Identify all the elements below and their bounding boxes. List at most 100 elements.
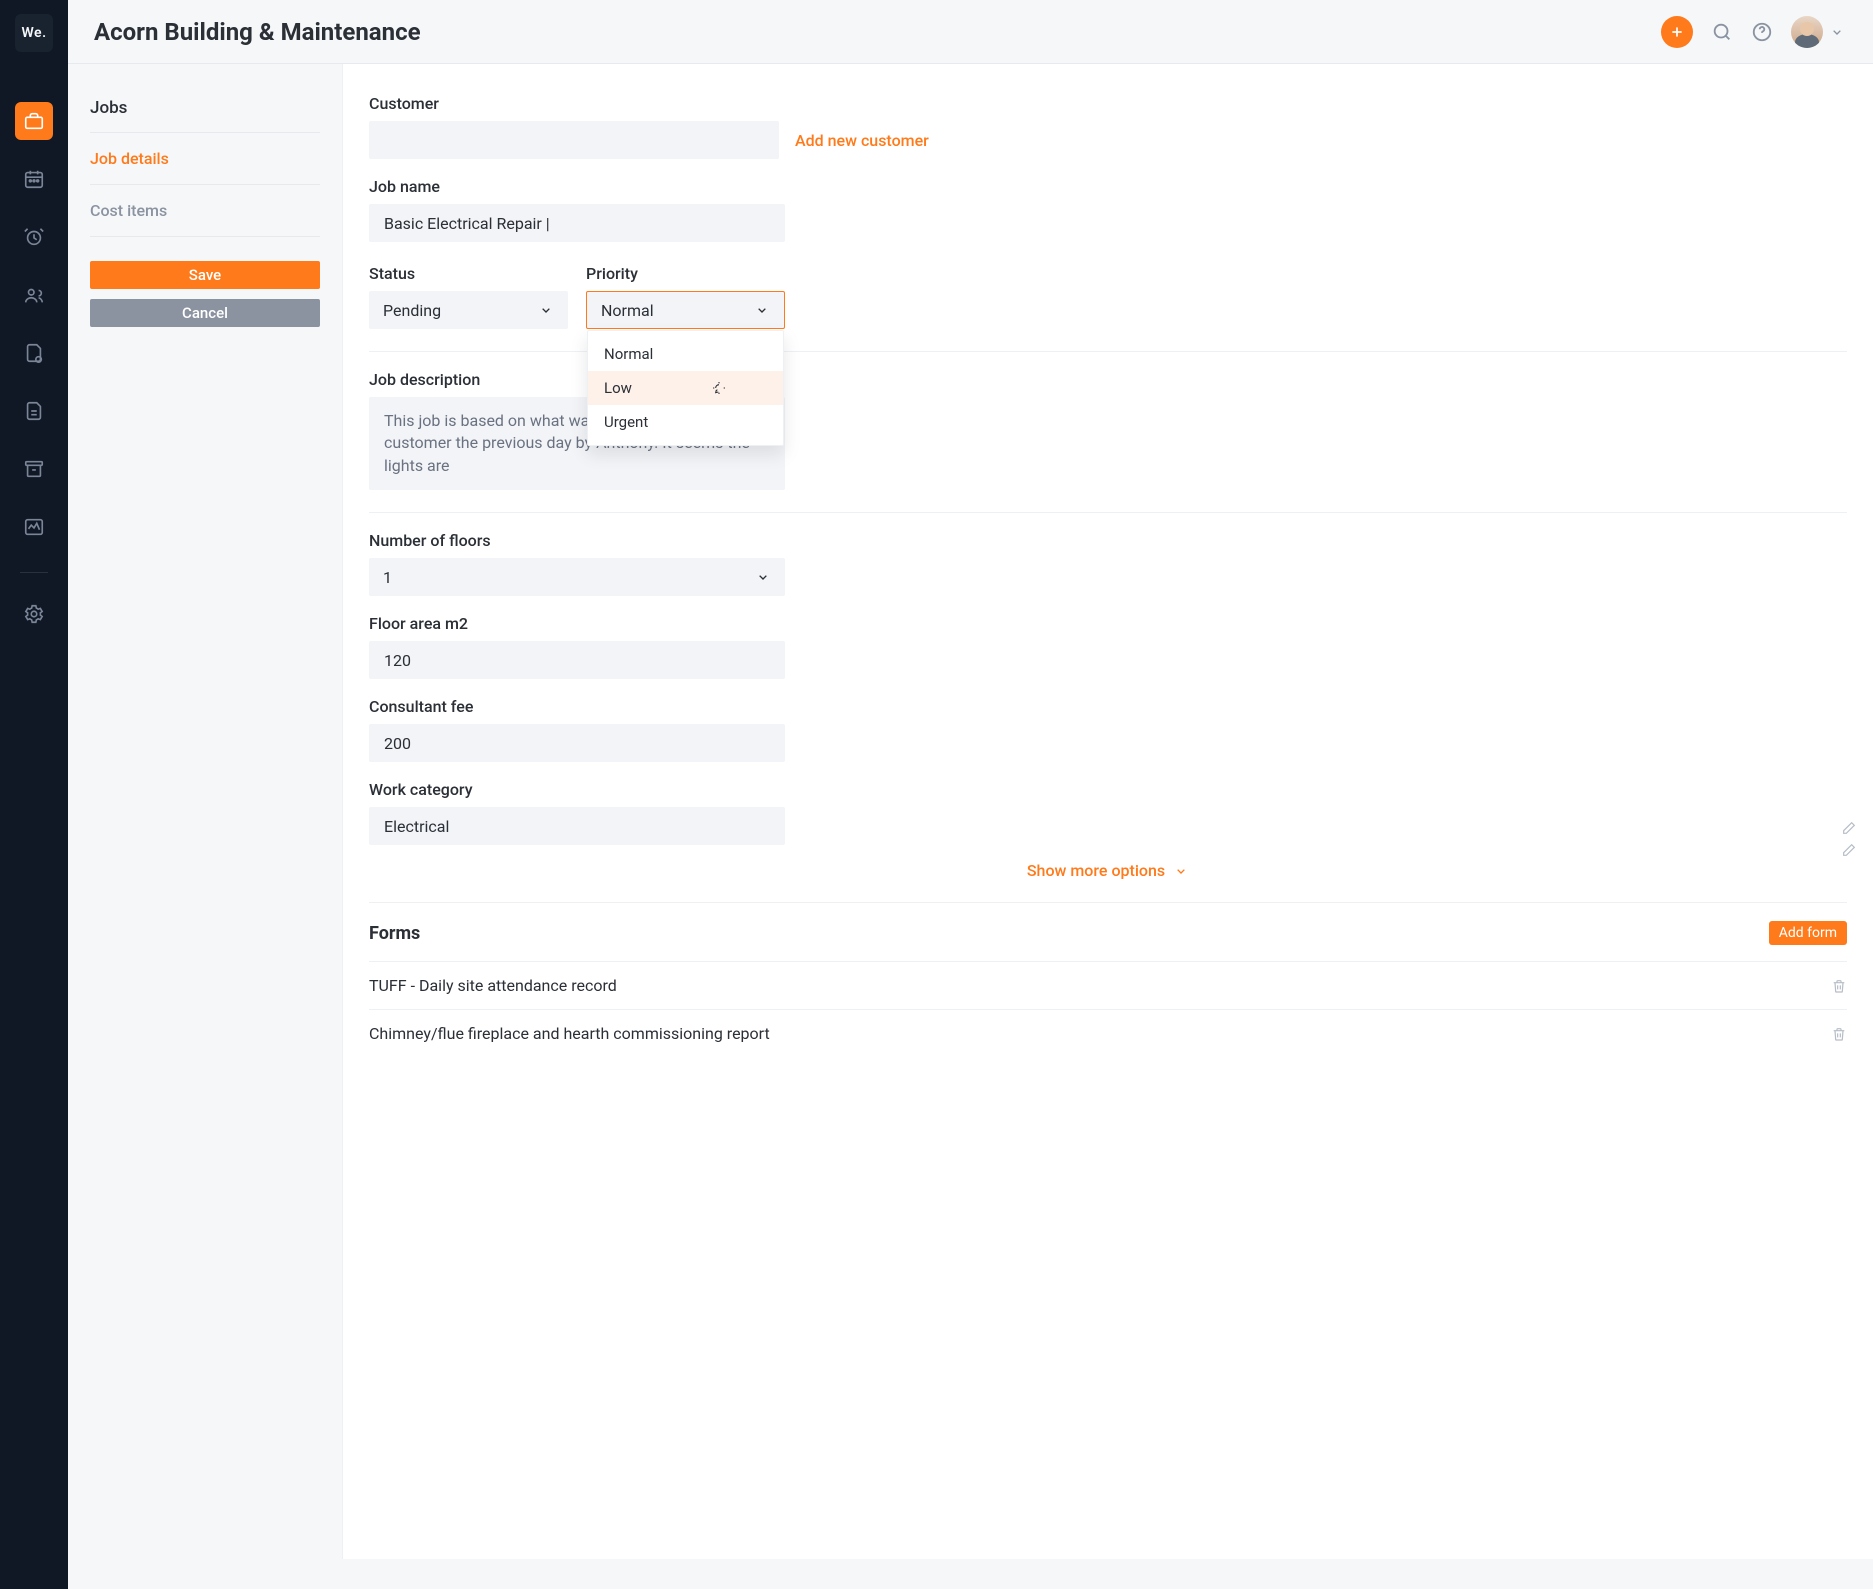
form-row-label[interactable]: Chimney/flue fireplace and hearth commis… [369,1024,770,1043]
jobname-value: Basic Electrical Repair | [384,214,550,233]
status-select[interactable]: Pending [369,291,568,329]
floating-edit-group [1841,820,1857,858]
chevron-down-icon [755,569,771,585]
chevron-down-icon [1829,24,1845,40]
status-label: Status [369,264,568,283]
jobname-input[interactable]: Basic Electrical Repair | [369,204,785,242]
show-more-row: Show more options [369,861,1847,880]
alarm-icon [23,226,45,248]
sidebar-section-title[interactable]: Jobs [90,90,320,126]
jobname-label: Job name [369,177,1847,196]
divider-2 [369,512,1847,513]
status-priority-row: Status Pending Priority Normal [369,260,785,329]
rail-divider [20,572,48,573]
priority-col: Priority Normal Normal Low [586,260,785,329]
rail-activity[interactable] [15,508,53,546]
activity-icon [23,516,45,538]
chevron-down-icon [538,302,554,318]
pencil-icon[interactable] [1841,820,1857,836]
rail-alarm[interactable] [15,218,53,256]
help-button[interactable] [1751,21,1773,43]
consultantfee-value: 200 [384,734,411,753]
floorarea-input[interactable]: 120 [369,641,785,679]
consultantfee-input[interactable]: 200 [369,724,785,762]
sidebar: Jobs Job details Cost items Save Cancel [68,64,342,1589]
rail-jobs[interactable] [15,102,53,140]
sidebar-sep-1 [90,132,320,133]
floorarea-value: 120 [384,651,411,670]
doc-icon [23,400,45,422]
rail-people[interactable] [15,276,53,314]
sidebar-item-job-details[interactable]: Job details [90,139,320,178]
brand-logo[interactable]: We. [15,14,53,52]
help-icon [1751,21,1773,43]
floorarea-label: Floor area m2 [369,614,1847,633]
floors-value: 1 [383,568,392,587]
show-more-link[interactable]: Show more options [1027,861,1165,880]
workcategory-label: Work category [369,780,1847,799]
forms-title: Forms [369,923,420,944]
priority-option-low-label: Low [604,379,632,397]
rail-doc-status[interactable] [15,334,53,372]
priority-option-low[interactable]: Low [588,371,783,405]
floors-select[interactable]: 1 [369,558,785,596]
icon-rail: We. [0,0,68,1589]
search-button[interactable] [1711,21,1733,43]
add-customer-link[interactable]: Add new customer [795,131,929,150]
page-header: Acorn Building & Maintenance [68,0,1873,64]
chevron-down-icon [754,302,770,318]
add-form-button[interactable]: Add form [1769,921,1847,945]
content-wrap: Customer Add new customer Job name Basic… [342,64,1873,1589]
plus-icon [1669,24,1685,40]
rail-group-main [0,74,68,633]
priority-select[interactable]: Normal Normal Low Urgent [586,291,785,329]
rail-calendar[interactable] [15,160,53,198]
body: Jobs Job details Cost items Save Cancel … [68,64,1873,1589]
add-button[interactable] [1661,16,1693,48]
people-icon [23,284,45,306]
trash-icon[interactable] [1831,1026,1847,1042]
rail-doc[interactable] [15,392,53,430]
pencil-icon[interactable] [1841,842,1857,858]
main-column: Acorn Building & Maintenance [68,0,1873,1589]
page-title: Acorn Building & Maintenance [94,18,421,46]
forms-header: Forms Add form [369,921,1847,945]
customer-label: Customer [369,94,1847,113]
consultantfee-label: Consultant fee [369,697,1847,716]
priority-option-normal[interactable]: Normal [588,337,783,371]
cursor-icon [711,380,727,396]
priority-option-urgent[interactable]: Urgent [588,405,783,439]
customer-input[interactable] [369,121,779,159]
briefcase-icon [23,110,45,132]
priority-label: Priority [586,264,785,283]
form-row: Chimney/flue fireplace and hearth commis… [369,1009,1847,1057]
workcategory-value: Electrical [384,817,449,836]
app-root: We. [0,0,1873,1589]
priority-value: Normal [601,301,654,320]
rail-archive[interactable] [15,450,53,488]
sidebar-actions: Save Cancel [90,261,320,327]
calendar-icon [23,168,45,190]
form-row: TUFF - Daily site attendance record [369,961,1847,1009]
save-button[interactable]: Save [90,261,320,289]
search-icon [1711,21,1733,43]
header-actions [1661,16,1845,48]
sidebar-item-cost-items[interactable]: Cost items [90,191,320,230]
brand-short: We. [21,25,46,41]
priority-dropdown: Normal Low Urgent [587,330,784,446]
gear-icon [23,603,45,625]
doc-status-icon [23,342,45,364]
avatar [1791,16,1823,48]
user-menu[interactable] [1791,16,1845,48]
status-col: Status Pending [369,260,568,329]
customer-row: Add new customer [369,121,1847,159]
form-row-label[interactable]: TUFF - Daily site attendance record [369,976,617,995]
archive-icon [23,458,45,480]
rail-settings[interactable] [15,595,53,633]
trash-icon[interactable] [1831,978,1847,994]
workcategory-input[interactable]: Electrical [369,807,785,845]
sidebar-sep-2 [90,184,320,185]
chevron-down-icon [1173,863,1189,879]
cancel-button[interactable]: Cancel [90,299,320,327]
sidebar-sep-3 [90,236,320,237]
